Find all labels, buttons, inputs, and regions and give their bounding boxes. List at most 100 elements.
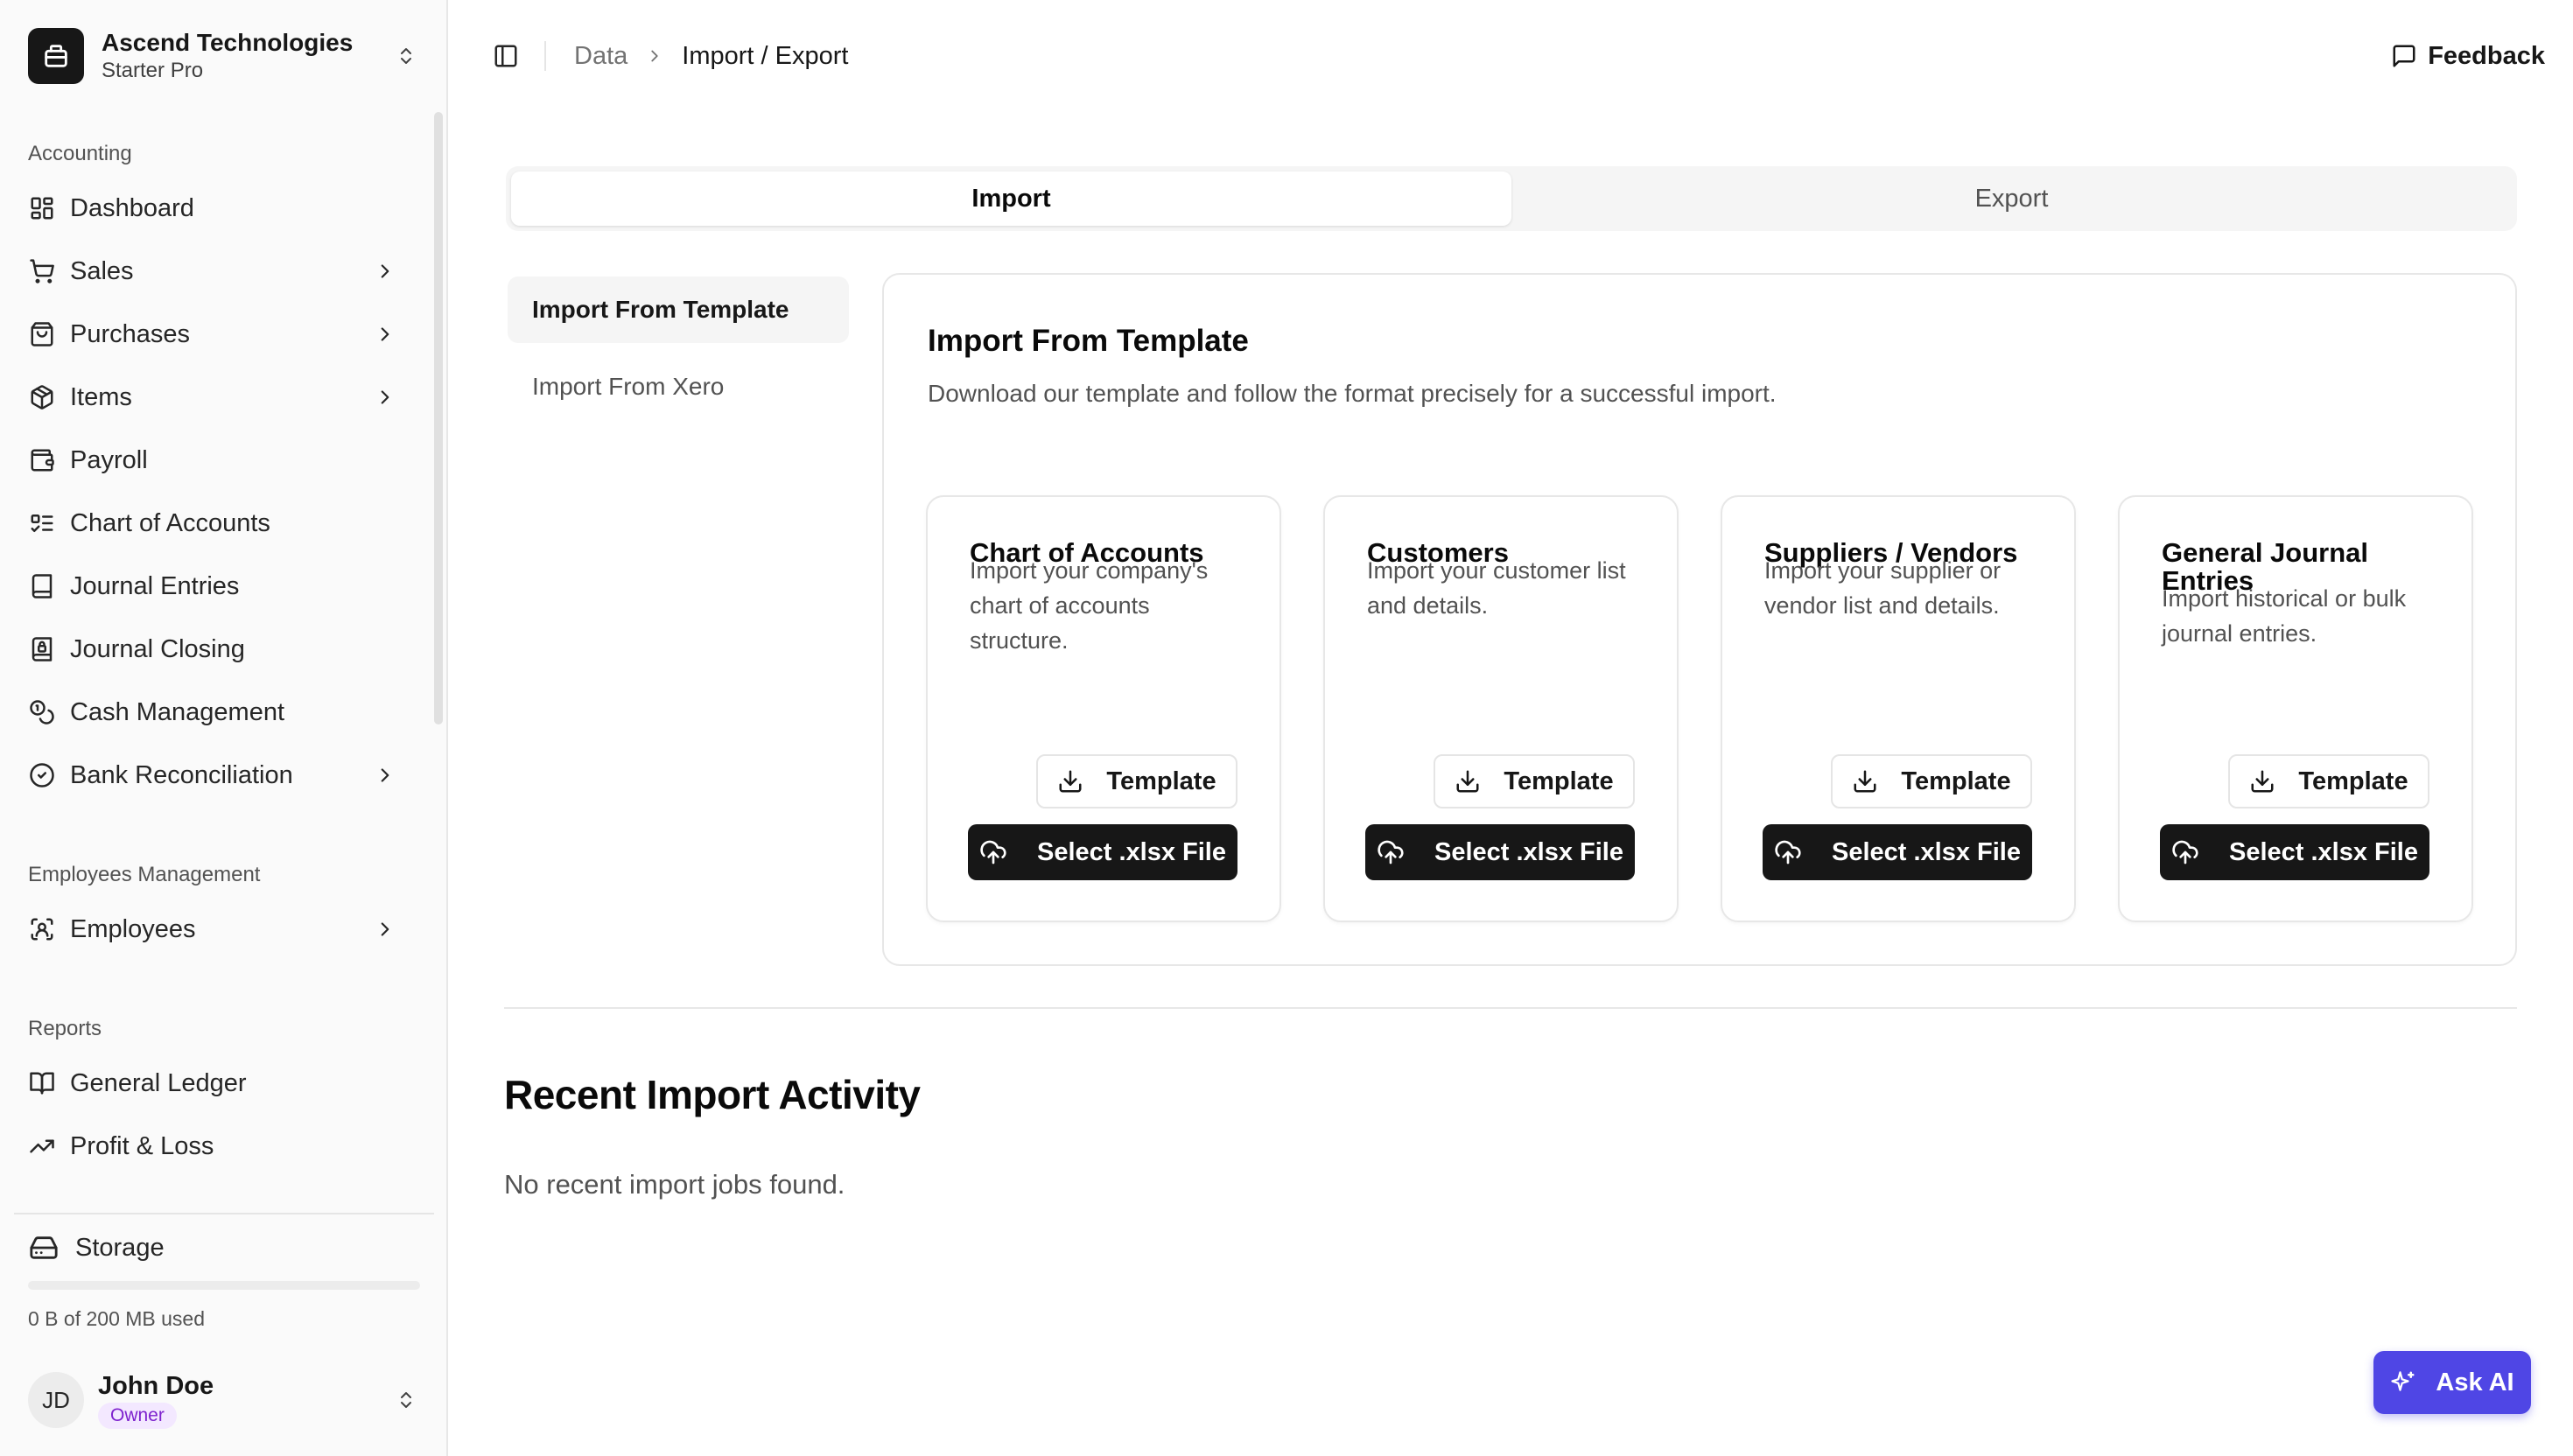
sidebar-item-payroll[interactable]: Payroll [0,429,434,492]
user-menu[interactable]: JD John Doe Owner [14,1353,434,1447]
ask-ai-button[interactable]: Ask AI [2373,1351,2531,1414]
import-export-tabs: Import Export [506,166,2517,231]
message-square-icon [2391,43,2417,69]
sidebar-item-label: Profit & Loss [70,1131,214,1160]
sidebar-item-label: Items [70,382,132,411]
trending-up-icon [28,1132,56,1160]
dashboard-icon [28,194,56,222]
cloud-upload-icon [1774,838,1802,866]
check-circle-icon [28,761,56,789]
feedback-button[interactable]: Feedback [2391,42,2545,71]
chevrons-up-down-icon [392,42,420,70]
card-description: Import your company's chart of accounts … [970,557,1209,654]
breadcrumb-data[interactable]: Data [574,42,627,71]
nav-group-employees: Employees Management [28,863,261,886]
template-label: Template [1901,766,2011,795]
sidebar-item-label: Journal Closing [70,634,245,663]
org-name: Ascend Technologies [102,29,354,56]
sidebar-item-journal-entries[interactable]: Journal Entries [0,555,434,618]
download-template-button[interactable]: Template [1434,754,1635,808]
template-label: Template [1504,766,1614,795]
user-name: John Doe [98,1372,214,1400]
download-icon [2249,768,2275,794]
template-label: Template [1106,766,1216,795]
select-file-label: Select .xlsx File [1831,837,2021,866]
download-template-button[interactable]: Template [2228,754,2429,808]
select-file-button[interactable]: Select .xlsx File [968,824,1237,880]
chevron-right-icon [645,46,664,66]
sidebar-item-label: Payroll [70,445,148,474]
org-switcher[interactable]: Ascend Technologies Starter Pro [14,14,434,98]
select-file-button[interactable]: Select .xlsx File [1763,824,2032,880]
select-file-label: Select .xlsx File [2228,837,2418,866]
sidebar-item-label: Dashboard [70,193,194,222]
avatar: JD [28,1372,84,1428]
sidebar-item-cash-management[interactable]: Cash Management [0,681,434,744]
panel-description: Download our template and follow the for… [928,380,1777,407]
sidebar-item-chart-of-accounts[interactable]: Chart of Accounts [0,492,434,555]
select-file-button[interactable]: Select .xlsx File [1365,824,1635,880]
package-icon [28,383,56,411]
subnav-import-template[interactable]: Import From Template [508,276,849,343]
download-icon [1455,768,1481,794]
sidebar-item-label: Journal Entries [70,571,240,600]
sidebar-scrollbar[interactable] [434,112,443,724]
import-cards: Chart of Accounts Import your company's c… [926,495,2473,922]
list-icon [28,509,56,537]
book-icon [28,572,56,600]
sidebar-item-profit-loss[interactable]: Profit & Loss [0,1115,434,1178]
import-card-general-journal-entries: General Journal Entries Import historical… [2118,495,2473,922]
org-logo-icon [28,28,84,84]
template-label: Template [2298,766,2408,795]
sidebar-item-label: Employees [70,914,196,943]
ledger-icon [28,1069,56,1097]
top-bar: Data Import / Export Feedback [450,0,2573,112]
shopping-bag-icon [28,320,56,348]
sidebar-item-general-ledger[interactable]: General Ledger [0,1052,434,1115]
breadcrumb-current: Import / Export [682,41,849,70]
tab-export[interactable]: Export [1511,172,2512,226]
divider [544,41,546,71]
select-file-label: Select .xlsx File [1036,837,1226,866]
sidebar-item-dashboard[interactable]: Dashboard [0,177,434,240]
card-description: Import your customer list and details. [1367,557,1626,619]
download-template-button[interactable]: Template [1036,754,1237,808]
subnav-import-xero[interactable]: Import From Xero [508,354,849,420]
import-template-panel: Import From Template Download our templa… [882,273,2517,966]
select-file-button[interactable]: Select .xlsx File [2160,824,2429,880]
sidebar-nav: Accounting Dashboard Sales Purchases Items P… [0,131,434,1203]
sidebar-item-label: Chart of Accounts [70,508,270,537]
sidebar-item-employees[interactable]: Employees [0,898,434,961]
sidebar-item-purchases[interactable]: Purchases [0,303,434,366]
storage-progress [28,1281,420,1290]
storage-section: Storage 0 B of 200 MB used [14,1213,434,1335]
chevrons-up-down-icon [392,1386,420,1414]
storage-link[interactable]: Storage [14,1214,434,1281]
import-card-chart-of-accounts: Chart of Accounts Import your company's c… [926,495,1281,922]
sidebar-item-label: Sales [70,256,134,285]
sidebar-item-label: Cash Management [70,697,285,726]
recent-activity-empty: No recent import jobs found. [504,1169,845,1200]
coins-icon [28,698,56,726]
panel-title: Import From Template [928,324,1249,358]
chevron-right-icon [373,259,397,284]
wallet-icon [28,446,56,474]
sidebar-item-bank-reconciliation[interactable]: Bank Reconciliation [0,744,434,807]
chevron-right-icon [373,917,397,942]
sidebar-item-journal-closing[interactable]: Journal Closing [0,618,434,681]
cloud-upload-icon [1377,838,1405,866]
chevron-right-icon [373,322,397,346]
card-description: Import historical or bulk journal entrie… [2162,585,2407,647]
toggle-sidebar-button[interactable] [476,26,536,86]
tab-import[interactable]: Import [511,172,1511,226]
cart-icon [28,257,56,285]
sidebar-item-sales[interactable]: Sales [0,240,434,303]
recent-activity-title: Recent Import Activity [504,1072,921,1117]
section-divider [504,1007,2517,1009]
org-plan: Starter Pro [102,59,204,82]
feedback-label: Feedback [2428,41,2545,70]
download-template-button[interactable]: Template [1831,754,2032,808]
sidebar-item-items[interactable]: Items [0,366,434,429]
sidebar-item-label: Purchases [70,319,191,348]
import-card-customers: Customers Import your customer list and d… [1323,495,1679,922]
